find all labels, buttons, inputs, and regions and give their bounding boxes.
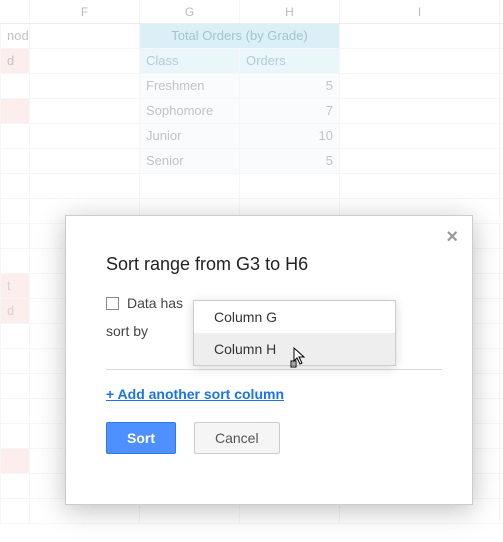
dropdown-option-column-g[interactable]: Column G xyxy=(194,301,395,333)
col-header-g: G xyxy=(140,0,240,23)
table-header-class: Class xyxy=(140,49,240,73)
table-header-orders: Orders xyxy=(240,49,340,73)
table-title: Total Orders (by Grade) xyxy=(140,24,340,48)
col-header-i: I xyxy=(340,0,500,23)
sort-button[interactable]: Sort xyxy=(106,422,176,454)
col-header-h: H xyxy=(240,0,340,23)
dialog-title: Sort range from G3 to H6 xyxy=(106,254,442,275)
cell-frag: nod xyxy=(0,24,30,48)
cell-orders: 5 xyxy=(240,74,340,98)
header-row-checkbox[interactable] xyxy=(106,297,119,310)
cell-frag: t xyxy=(0,274,30,298)
sort-by-label: sort by xyxy=(106,323,176,339)
cell-orders: 5 xyxy=(240,149,340,173)
dropdown-option-column-h[interactable]: Column H xyxy=(194,333,395,365)
column-headers: F G H I xyxy=(0,0,503,24)
cell-class: Sophomore xyxy=(140,99,240,123)
column-select-dropdown: Column G Column H xyxy=(193,300,396,366)
col-header-f: F xyxy=(30,0,140,23)
cell-orders: 10 xyxy=(240,124,340,148)
cell-frag: d xyxy=(0,49,30,73)
close-icon: × xyxy=(446,226,458,248)
cell-frag: d xyxy=(0,299,30,323)
header-row-label: Data has xyxy=(127,295,183,311)
close-button[interactable]: × xyxy=(446,226,458,249)
divider xyxy=(106,369,442,370)
cancel-button[interactable]: Cancel xyxy=(194,422,280,454)
cell-orders: 7 xyxy=(240,99,340,123)
cell-class: Freshmen xyxy=(140,74,240,98)
add-sort-column-link[interactable]: + Add another sort column xyxy=(106,386,284,402)
cell-class: Senior xyxy=(140,149,240,173)
cell-class: Junior xyxy=(140,124,240,148)
col-header-e xyxy=(0,0,30,23)
